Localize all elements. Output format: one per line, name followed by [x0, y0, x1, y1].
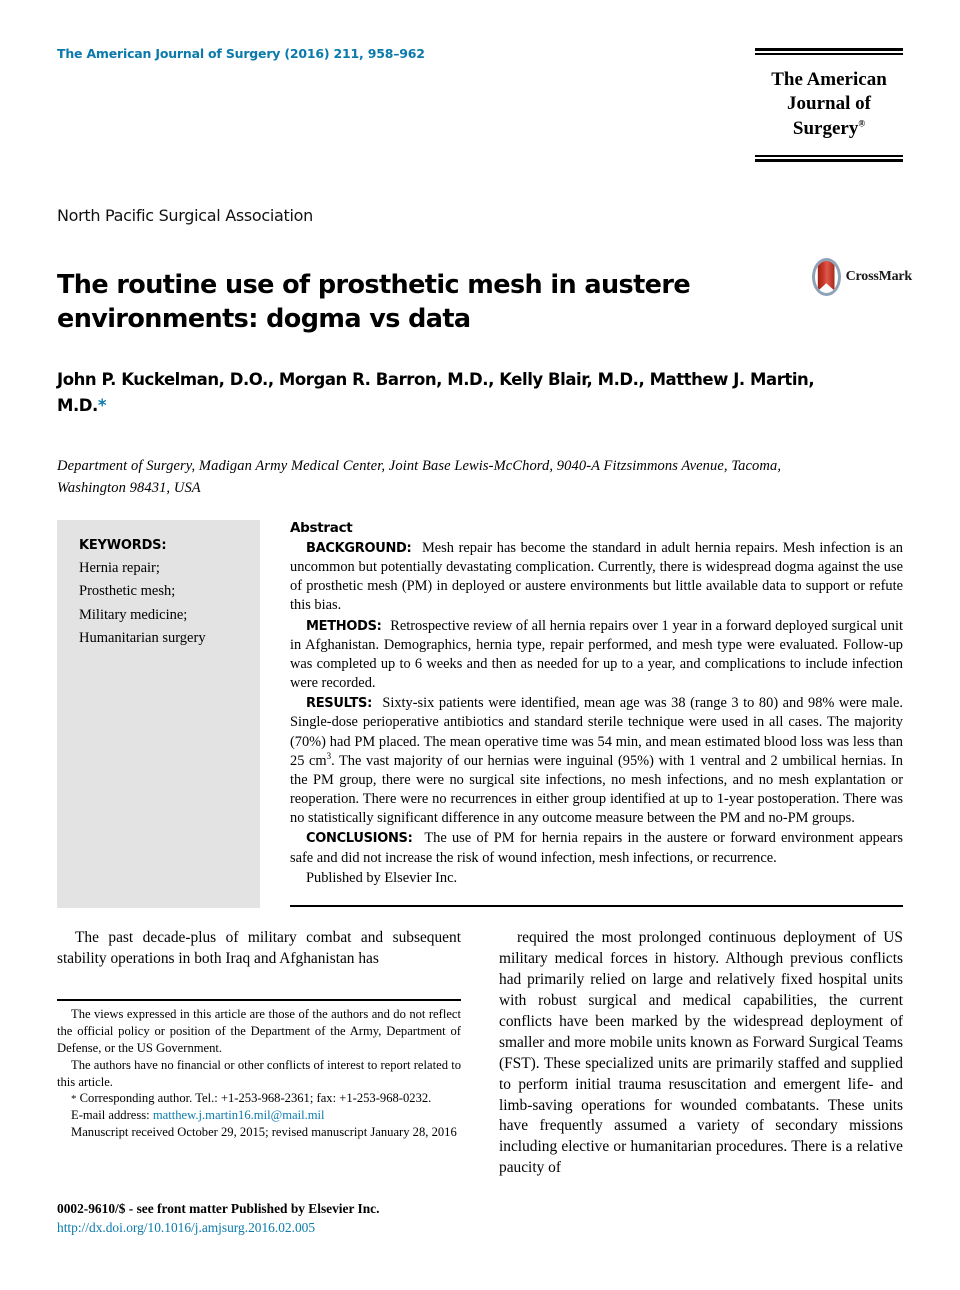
body-column-right: required the most prolonged continuous d… — [499, 928, 903, 1179]
keyword-item: Humanitarian surgery — [79, 630, 206, 647]
logo-title-line1: The American — [771, 69, 887, 90]
journal-reference: The American Journal of Surgery (2016) 2… — [57, 46, 425, 61]
abstract-conclusions: CONCLUSIONS: The use of PM for hernia rep… — [290, 829, 903, 867]
body-column-left: The past decade-plus of military combat … — [57, 928, 461, 970]
abstract-results: RESULTS: Sixty-six patients were identifi… — [290, 694, 903, 828]
footnote-divider — [57, 999, 461, 1001]
abstract-background: BACKGROUND: Mesh repair has become the st… — [290, 539, 903, 616]
keyword-item: Prosthetic mesh; — [79, 583, 176, 600]
footnote-email: E-mail address: matthew.j.martin16.mil@m… — [57, 1107, 461, 1124]
keywords-list: Hernia repair; Prosthetic mesh; Military… — [79, 557, 244, 651]
footnote-email-link[interactable]: matthew.j.martin16.mil@mail.mil — [153, 1108, 325, 1122]
body-paragraph-left: The past decade-plus of military combat … — [57, 929, 461, 967]
keywords-box: KEYWORDS: Hernia repair; Prosthetic mesh… — [57, 520, 260, 908]
journal-logo: The American Journal of Surgery® — [755, 48, 903, 162]
logo-rule-bottom — [755, 154, 903, 162]
keywords-heading: KEYWORDS: — [79, 538, 167, 553]
page-title: The routine use of prosthetic mesh in au… — [57, 270, 691, 334]
footnote-corresponding: * Corresponding author. Tel.: +1-253-968… — [57, 1090, 461, 1107]
page-footer: 0002-9610/$ - see front matter Published… — [57, 1199, 577, 1237]
footnote-star-icon: * — [71, 1093, 77, 1106]
abstract-background-label: BACKGROUND: — [306, 541, 412, 556]
abstract-methods: METHODS: Retrospective review of all hern… — [290, 617, 903, 694]
footnote-manuscript-dates: Manuscript received October 29, 2015; re… — [71, 1125, 457, 1140]
logo-rule-bottom-thick — [755, 158, 903, 162]
abstract-published-line: Published by Elsevier Inc. — [306, 869, 458, 886]
body-paragraph-right: required the most prolonged continuous d… — [499, 929, 903, 1177]
affiliation: Department of Surgery, Madigan Army Medi… — [57, 458, 782, 497]
logo-title-line2-wrap: Journal of Surgery® — [755, 92, 903, 141]
abstract-results-label: RESULTS: — [306, 696, 372, 712]
crossmark-icon — [812, 258, 841, 296]
crossmark-badge[interactable]: CrossMark — [812, 256, 912, 298]
abstract-divider — [290, 905, 903, 907]
footnote-conflicts: The authors have no financial or other c… — [57, 1057, 461, 1089]
footnotes-block: The views expressed in this article are … — [57, 1006, 461, 1141]
crossmark-label: CrossMark — [845, 269, 913, 284]
abstract-methods-label: METHODS: — [306, 618, 382, 634]
abstract-heading: Abstract — [290, 520, 353, 536]
abstract-results-text-2: . The vast majority of our hernias were … — [290, 752, 903, 827]
keyword-item: Military medicine; — [79, 606, 188, 623]
author-names: John P. Kuckelman, D.O., Morgan R. Barro… — [57, 370, 815, 415]
logo-rule-top — [755, 48, 903, 55]
corresponding-author-marker: * — [97, 395, 107, 415]
footnote-corresponding-text: Corresponding author. Tel.: +1-253-968-2… — [79, 1091, 432, 1106]
footnote-disclaimer: The views expressed in this article are … — [57, 1007, 461, 1055]
doi-link[interactable]: http://dx.doi.org/10.1016/j.amjsurg.2016… — [57, 1218, 577, 1237]
author-list: John P. Kuckelman, D.O., Morgan R. Barro… — [57, 367, 827, 418]
registered-mark: ® — [858, 118, 866, 129]
keyword-item: Hernia repair; — [79, 560, 160, 576]
abstract-conclusions-label: CONCLUSIONS: — [306, 831, 413, 847]
article-page: The American Journal of Surgery (2016) 2… — [0, 0, 960, 1290]
front-matter-line: 0002-9610/$ - see front matter Published… — [57, 1201, 380, 1216]
logo-title: The American Journal of Surgery® — [755, 55, 903, 155]
society-name: North Pacific Surgical Association — [57, 206, 314, 225]
logo-title-line2: Journal of Surgery — [787, 93, 871, 139]
abstract-section: Abstract BACKGROUND: Mesh repair has beco… — [290, 520, 903, 888]
footnote-email-label: E-mail address: — [71, 1108, 150, 1123]
crossmark-ribbon-shape — [817, 261, 835, 291]
